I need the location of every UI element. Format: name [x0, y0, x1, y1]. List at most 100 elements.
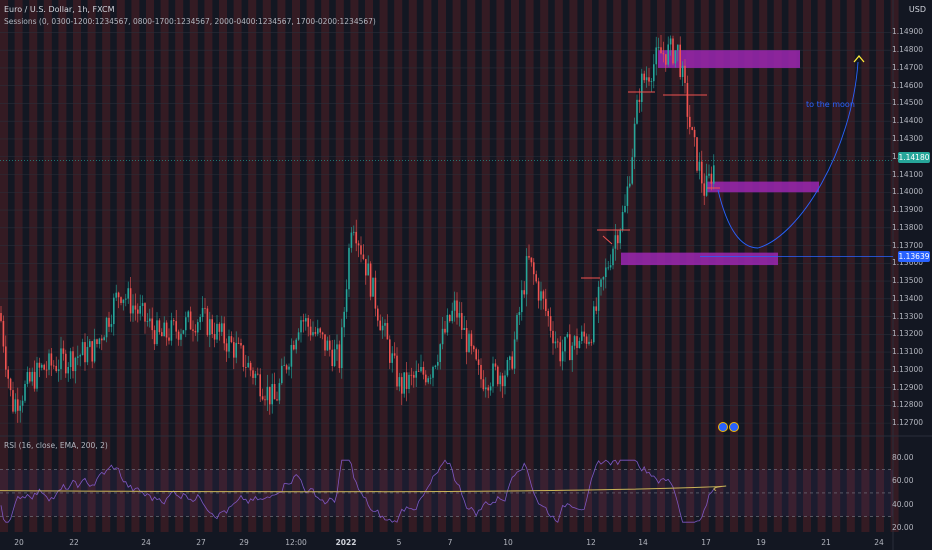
- candle: [283, 365, 285, 367]
- candle: [465, 327, 468, 353]
- candle: [629, 183, 631, 187]
- price-tick-label: 1.13900: [892, 205, 924, 215]
- candle: [33, 371, 36, 389]
- session-band: [350, 0, 359, 532]
- candle: [703, 183, 705, 196]
- candle: [281, 365, 283, 384]
- candle: [113, 297, 115, 325]
- candle: [67, 367, 69, 374]
- candle: [290, 344, 293, 367]
- candle: [576, 336, 578, 348]
- price-tick-label: 1.14800: [892, 45, 924, 55]
- candle: [307, 318, 309, 327]
- candle: [655, 47, 657, 65]
- candle: [324, 334, 326, 351]
- rsi-indicator-legend[interactable]: RSI (16, close, EMA, 200, 2): [4, 441, 108, 450]
- rsi-tick-label: 80.00: [892, 452, 914, 462]
- candle: [475, 349, 477, 360]
- candle: [57, 369, 60, 372]
- candle: [429, 377, 432, 379]
- session-band: [175, 0, 184, 532]
- candle: [223, 323, 225, 344]
- candle: [314, 332, 317, 334]
- candle: [5, 346, 7, 370]
- candle: [559, 342, 561, 362]
- candle: [321, 332, 324, 335]
- candle: [540, 291, 542, 301]
- candle: [170, 320, 173, 341]
- candle: [415, 370, 417, 378]
- candle: [386, 323, 389, 340]
- candle: [206, 308, 209, 336]
- candle: [31, 371, 33, 382]
- candle: [24, 383, 26, 401]
- price-tick-label: 1.13500: [892, 276, 924, 286]
- candle: [384, 323, 386, 326]
- candle: [643, 73, 645, 81]
- candle: [122, 299, 125, 303]
- candle: [470, 333, 473, 347]
- candle: [338, 344, 341, 369]
- session-band: [540, 0, 549, 532]
- session-band: [219, 0, 227, 532]
- candle: [545, 298, 547, 311]
- candle: [101, 338, 103, 341]
- candle: [158, 320, 161, 333]
- candle: [79, 355, 81, 357]
- session-band: [613, 0, 622, 532]
- session-band: [408, 0, 417, 532]
- candle: [487, 387, 489, 391]
- candle: [74, 357, 77, 372]
- session-band: [43, 0, 52, 532]
- candle: [689, 116, 691, 128]
- candle: [247, 362, 249, 368]
- candle: [228, 336, 230, 352]
- candle: [259, 374, 261, 397]
- candle: [120, 297, 122, 303]
- candle: [329, 340, 331, 350]
- candle: [266, 386, 269, 401]
- session-band: [204, 0, 213, 532]
- candle: [691, 127, 693, 130]
- candle: [93, 339, 96, 362]
- session-band: [394, 0, 403, 532]
- session-band: [569, 0, 578, 532]
- candle: [60, 348, 62, 370]
- price-tick-label: 1.14900: [892, 27, 924, 37]
- chart-canvas[interactable]: [0, 0, 932, 550]
- candle: [295, 339, 297, 350]
- sessions-indicator-legend[interactable]: Sessions (0, 0300-1200:1234567, 0800-170…: [4, 17, 376, 26]
- annotation-text[interactable]: to the moon: [806, 100, 855, 109]
- symbol-legend[interactable]: Euro / U.S. Dollar, 1h, FXCM: [4, 5, 115, 14]
- session-band: [817, 0, 826, 532]
- candle: [141, 303, 144, 306]
- candle: [365, 259, 367, 276]
- zone-rect: [658, 50, 800, 68]
- candle: [590, 341, 593, 343]
- session-band: [759, 0, 768, 532]
- candle: [537, 281, 540, 301]
- candle: [571, 345, 573, 361]
- candle: [317, 328, 319, 334]
- candle: [17, 399, 19, 411]
- candle: [441, 328, 444, 345]
- candle: [132, 305, 134, 314]
- session-band: [0, 0, 8, 532]
- candle: [581, 331, 583, 341]
- candle: [43, 364, 45, 370]
- indicator-toggle-icon[interactable]: [729, 422, 739, 432]
- indicator-toggle-icon[interactable]: [718, 422, 728, 432]
- candle: [345, 289, 348, 312]
- session-band: [248, 0, 257, 532]
- candle: [117, 292, 120, 298]
- candle: [108, 317, 110, 327]
- candle: [489, 386, 492, 391]
- candle: [242, 345, 245, 368]
- candle: [427, 378, 429, 383]
- time-tick-label: 7: [447, 538, 453, 547]
- candle: [81, 342, 84, 356]
- candle: [96, 339, 98, 345]
- currency-label[interactable]: USD: [909, 5, 926, 14]
- price-tick-label: 1.14000: [892, 187, 924, 197]
- candle: [2, 320, 5, 347]
